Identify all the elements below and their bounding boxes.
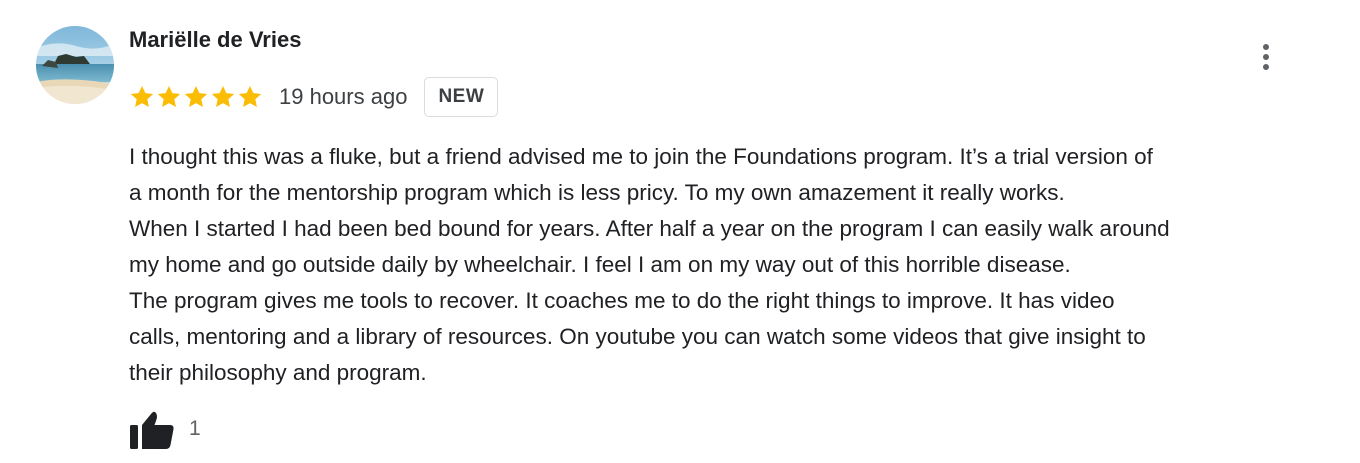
star-icon [157,85,181,107]
review-text-line: The program gives me tools to recover. I… [129,288,1115,313]
more-options-button[interactable] [1252,40,1280,74]
review-time: 19 hours ago [279,84,408,109]
avatar[interactable] [36,26,114,104]
star-icon [238,85,262,107]
like-count: 1 [189,417,201,440]
thumb-up-icon [130,411,174,449]
review-meta: 19 hours ago NEW [129,76,499,118]
review-text-line: When I started I had been bed bound for … [129,216,1170,241]
more-vert-icon-dot [1263,54,1269,60]
review-text: I thought this was a fluke, but a friend… [129,139,1344,391]
star-icon [184,85,208,107]
more-vert-icon-dot [1263,44,1269,50]
like-button[interactable]: 1 [129,408,201,450]
star-icon [211,85,235,107]
review-text-line: calls, mentoring and a library of resour… [129,324,1146,349]
review-text-line: a month for the mentorship program which… [129,180,1065,205]
new-badge: NEW [424,77,499,117]
more-vert-icon-dot [1263,64,1269,70]
star-rating [129,84,263,110]
star-icon [130,85,154,107]
avatar-photo [36,26,114,104]
review-text-line: I thought this was a fluke, but a friend… [129,144,1153,169]
review-text-line: my home and go outside daily by wheelcha… [129,252,1071,277]
review-text-line: their philosophy and program. [129,360,427,385]
reviewer-name[interactable]: Mariëlle de Vries [129,27,301,53]
